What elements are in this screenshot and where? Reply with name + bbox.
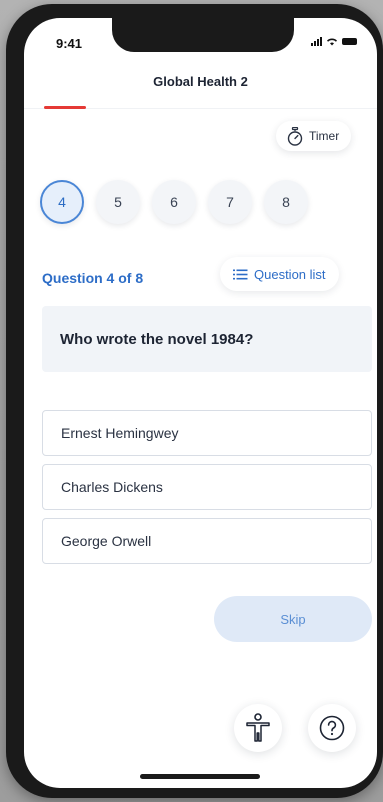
question-card: Who wrote the novel 1984? (42, 306, 372, 372)
answer-list: Ernest Hemingwey Charles Dickens George … (42, 410, 372, 572)
page-title: Global Health 2 (153, 74, 248, 89)
help-icon (319, 715, 345, 741)
timer-button[interactable]: Timer (276, 121, 352, 151)
back-tab-indicator[interactable] (44, 106, 86, 109)
phone-frame: 9:41 Global Health 2 Timer 4 5 6 7 8 Que… (6, 4, 383, 798)
phone-notch (112, 18, 294, 52)
question-list-label: Question list (254, 266, 326, 282)
status-icons (311, 37, 357, 46)
signal-icon (311, 37, 322, 46)
question-number-4[interactable]: 4 (40, 180, 84, 224)
wifi-icon (327, 38, 337, 46)
help-button[interactable] (308, 704, 356, 752)
question-number-7[interactable]: 7 (208, 180, 252, 224)
question-number-bar: 4 5 6 7 8 (40, 180, 308, 224)
list-icon (233, 269, 248, 279)
app-screen: 9:41 Global Health 2 Timer 4 5 6 7 8 Que… (24, 18, 377, 788)
home-indicator (140, 774, 260, 779)
question-text: Who wrote the novel 1984? (60, 330, 254, 348)
skip-button[interactable]: Skip (214, 596, 372, 642)
question-number-6[interactable]: 6 (152, 180, 196, 224)
question-list-button[interactable]: Question list (220, 257, 339, 291)
question-number-5[interactable]: 5 (96, 180, 140, 224)
question-number-8[interactable]: 8 (264, 180, 308, 224)
answer-option-1[interactable]: Ernest Hemingwey (42, 410, 372, 456)
stopwatch-icon (287, 126, 303, 146)
accessibility-icon (246, 713, 270, 742)
accessibility-button[interactable] (234, 704, 282, 752)
answer-option-3[interactable]: George Orwell (42, 518, 372, 564)
battery-icon (342, 38, 357, 45)
question-counter: Question 4 of 8 (42, 270, 144, 286)
timer-label: Timer (309, 129, 340, 143)
answer-option-2[interactable]: Charles Dickens (42, 464, 372, 510)
status-time: 9:41 (56, 36, 83, 51)
